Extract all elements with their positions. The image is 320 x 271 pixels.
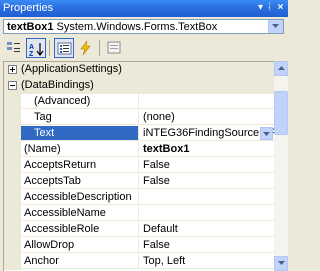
scroll-thumb[interactable] bbox=[274, 91, 288, 135]
property-value[interactable]: Default bbox=[140, 222, 274, 237]
property-pages-button[interactable] bbox=[104, 38, 124, 58]
selector-dropdown-button[interactable] bbox=[268, 20, 283, 33]
toolbar-separator bbox=[49, 40, 50, 56]
property-row-accepts-return[interactable]: AcceptsReturn False bbox=[4, 158, 274, 174]
window-title: Properties bbox=[3, 2, 54, 14]
property-row-anchor[interactable]: Anchor Top, Left bbox=[4, 254, 274, 270]
property-value[interactable]: textBox1 bbox=[140, 142, 274, 157]
alphabetical-icon: A Z bbox=[29, 43, 44, 57]
svg-text:Z: Z bbox=[29, 51, 34, 57]
property-pages-icon bbox=[107, 41, 121, 54]
property-value[interactable] bbox=[140, 206, 274, 221]
property-name: AcceptsReturn bbox=[21, 158, 139, 173]
property-name: AccessibleDescription bbox=[21, 190, 139, 205]
property-value-text: iNTEG36FindingSource - PR bbox=[143, 127, 274, 139]
row-gutter bbox=[4, 174, 21, 190]
property-row-name[interactable]: (Name) textBox1 bbox=[4, 142, 274, 158]
object-type: System.Windows.Forms.TextBox bbox=[53, 21, 218, 33]
lightning-bolt-icon bbox=[80, 40, 91, 56]
property-name: Text bbox=[21, 126, 139, 141]
chevron-down-icon bbox=[272, 24, 279, 28]
chevron-down-icon bbox=[263, 132, 270, 136]
svg-text:A: A bbox=[29, 44, 34, 51]
collapse-minus-icon[interactable] bbox=[8, 81, 17, 90]
value-dropdown-button[interactable] bbox=[260, 127, 273, 140]
selected-object-label: textBox1 System.Windows.Forms.TextBox bbox=[7, 21, 217, 33]
property-value[interactable] bbox=[140, 190, 274, 205]
property-grid-scrollbar[interactable] bbox=[274, 61, 288, 271]
events-button[interactable] bbox=[76, 38, 96, 58]
property-row-advanced[interactable]: (Advanced) bbox=[4, 94, 274, 110]
row-gutter bbox=[4, 222, 21, 238]
property-name: (Advanced) bbox=[21, 94, 139, 109]
property-row-allow-drop[interactable]: AllowDrop False bbox=[4, 238, 274, 254]
row-gutter bbox=[4, 142, 21, 158]
properties-title-bar[interactable]: Properties ▾ ᛆ × bbox=[0, 0, 288, 17]
property-value[interactable]: (none) bbox=[140, 110, 274, 125]
property-name: AccessibleName bbox=[21, 206, 139, 221]
property-name: AcceptsTab bbox=[21, 174, 139, 189]
row-gutter bbox=[4, 254, 21, 270]
property-value[interactable]: False bbox=[140, 238, 274, 253]
row-gutter bbox=[4, 126, 21, 142]
category-row-application-settings[interactable]: (ApplicationSettings) bbox=[4, 62, 274, 78]
properties-button[interactable] bbox=[54, 38, 74, 58]
alphabetical-button[interactable]: A Z bbox=[26, 38, 46, 58]
property-row-accessible-name[interactable]: AccessibleName bbox=[4, 206, 274, 222]
row-gutter bbox=[4, 110, 21, 126]
chevron-down-icon bbox=[278, 261, 285, 265]
row-gutter bbox=[4, 94, 21, 110]
property-value-editor[interactable]: iNTEG36FindingSource - PR bbox=[140, 126, 274, 141]
expand-plus-icon[interactable] bbox=[8, 65, 17, 74]
property-name: Tag bbox=[21, 110, 139, 125]
scroll-down-button[interactable] bbox=[274, 256, 288, 271]
close-icon[interactable]: × bbox=[273, 1, 288, 15]
property-row-text[interactable]: Text iNTEG36FindingSource - PR bbox=[4, 126, 274, 142]
categorized-button[interactable] bbox=[4, 38, 24, 58]
property-name: (Name) bbox=[21, 142, 139, 157]
scroll-up-button[interactable] bbox=[274, 61, 288, 76]
property-value[interactable] bbox=[140, 94, 274, 109]
property-value[interactable]: False bbox=[140, 174, 274, 189]
row-gutter bbox=[4, 190, 21, 206]
row-gutter bbox=[4, 158, 21, 174]
property-name: AllowDrop bbox=[21, 238, 139, 253]
property-value[interactable]: Top, Left bbox=[140, 254, 274, 269]
property-row-accessible-description[interactable]: AccessibleDescription bbox=[4, 190, 274, 206]
properties-toolbar: A Z bbox=[0, 37, 288, 59]
category-label: (DataBindings) bbox=[21, 78, 274, 94]
property-row-tag[interactable]: Tag (none) bbox=[4, 110, 274, 126]
category-row-data-bindings[interactable]: (DataBindings) bbox=[4, 78, 274, 94]
row-gutter bbox=[4, 78, 21, 94]
chevron-up-icon bbox=[278, 66, 285, 70]
object-selector[interactable]: textBox1 System.Windows.Forms.TextBox bbox=[3, 19, 284, 34]
row-gutter bbox=[4, 62, 21, 78]
properties-icon bbox=[57, 42, 72, 55]
categorized-icon bbox=[7, 42, 20, 52]
property-value[interactable]: False bbox=[140, 158, 274, 173]
property-row-accessible-role[interactable]: AccessibleRole Default bbox=[4, 222, 274, 238]
row-gutter bbox=[4, 206, 21, 222]
category-label: (ApplicationSettings) bbox=[21, 62, 274, 78]
toolbar-separator bbox=[99, 40, 100, 56]
object-name: textBox1 bbox=[7, 21, 54, 33]
property-row-accepts-tab[interactable]: AcceptsTab False bbox=[4, 174, 274, 190]
property-name: Anchor bbox=[21, 254, 139, 269]
property-grid: (ApplicationSettings) (DataBindings) (Ad… bbox=[3, 61, 274, 271]
row-gutter bbox=[4, 238, 21, 254]
property-name: AccessibleRole bbox=[21, 222, 139, 237]
